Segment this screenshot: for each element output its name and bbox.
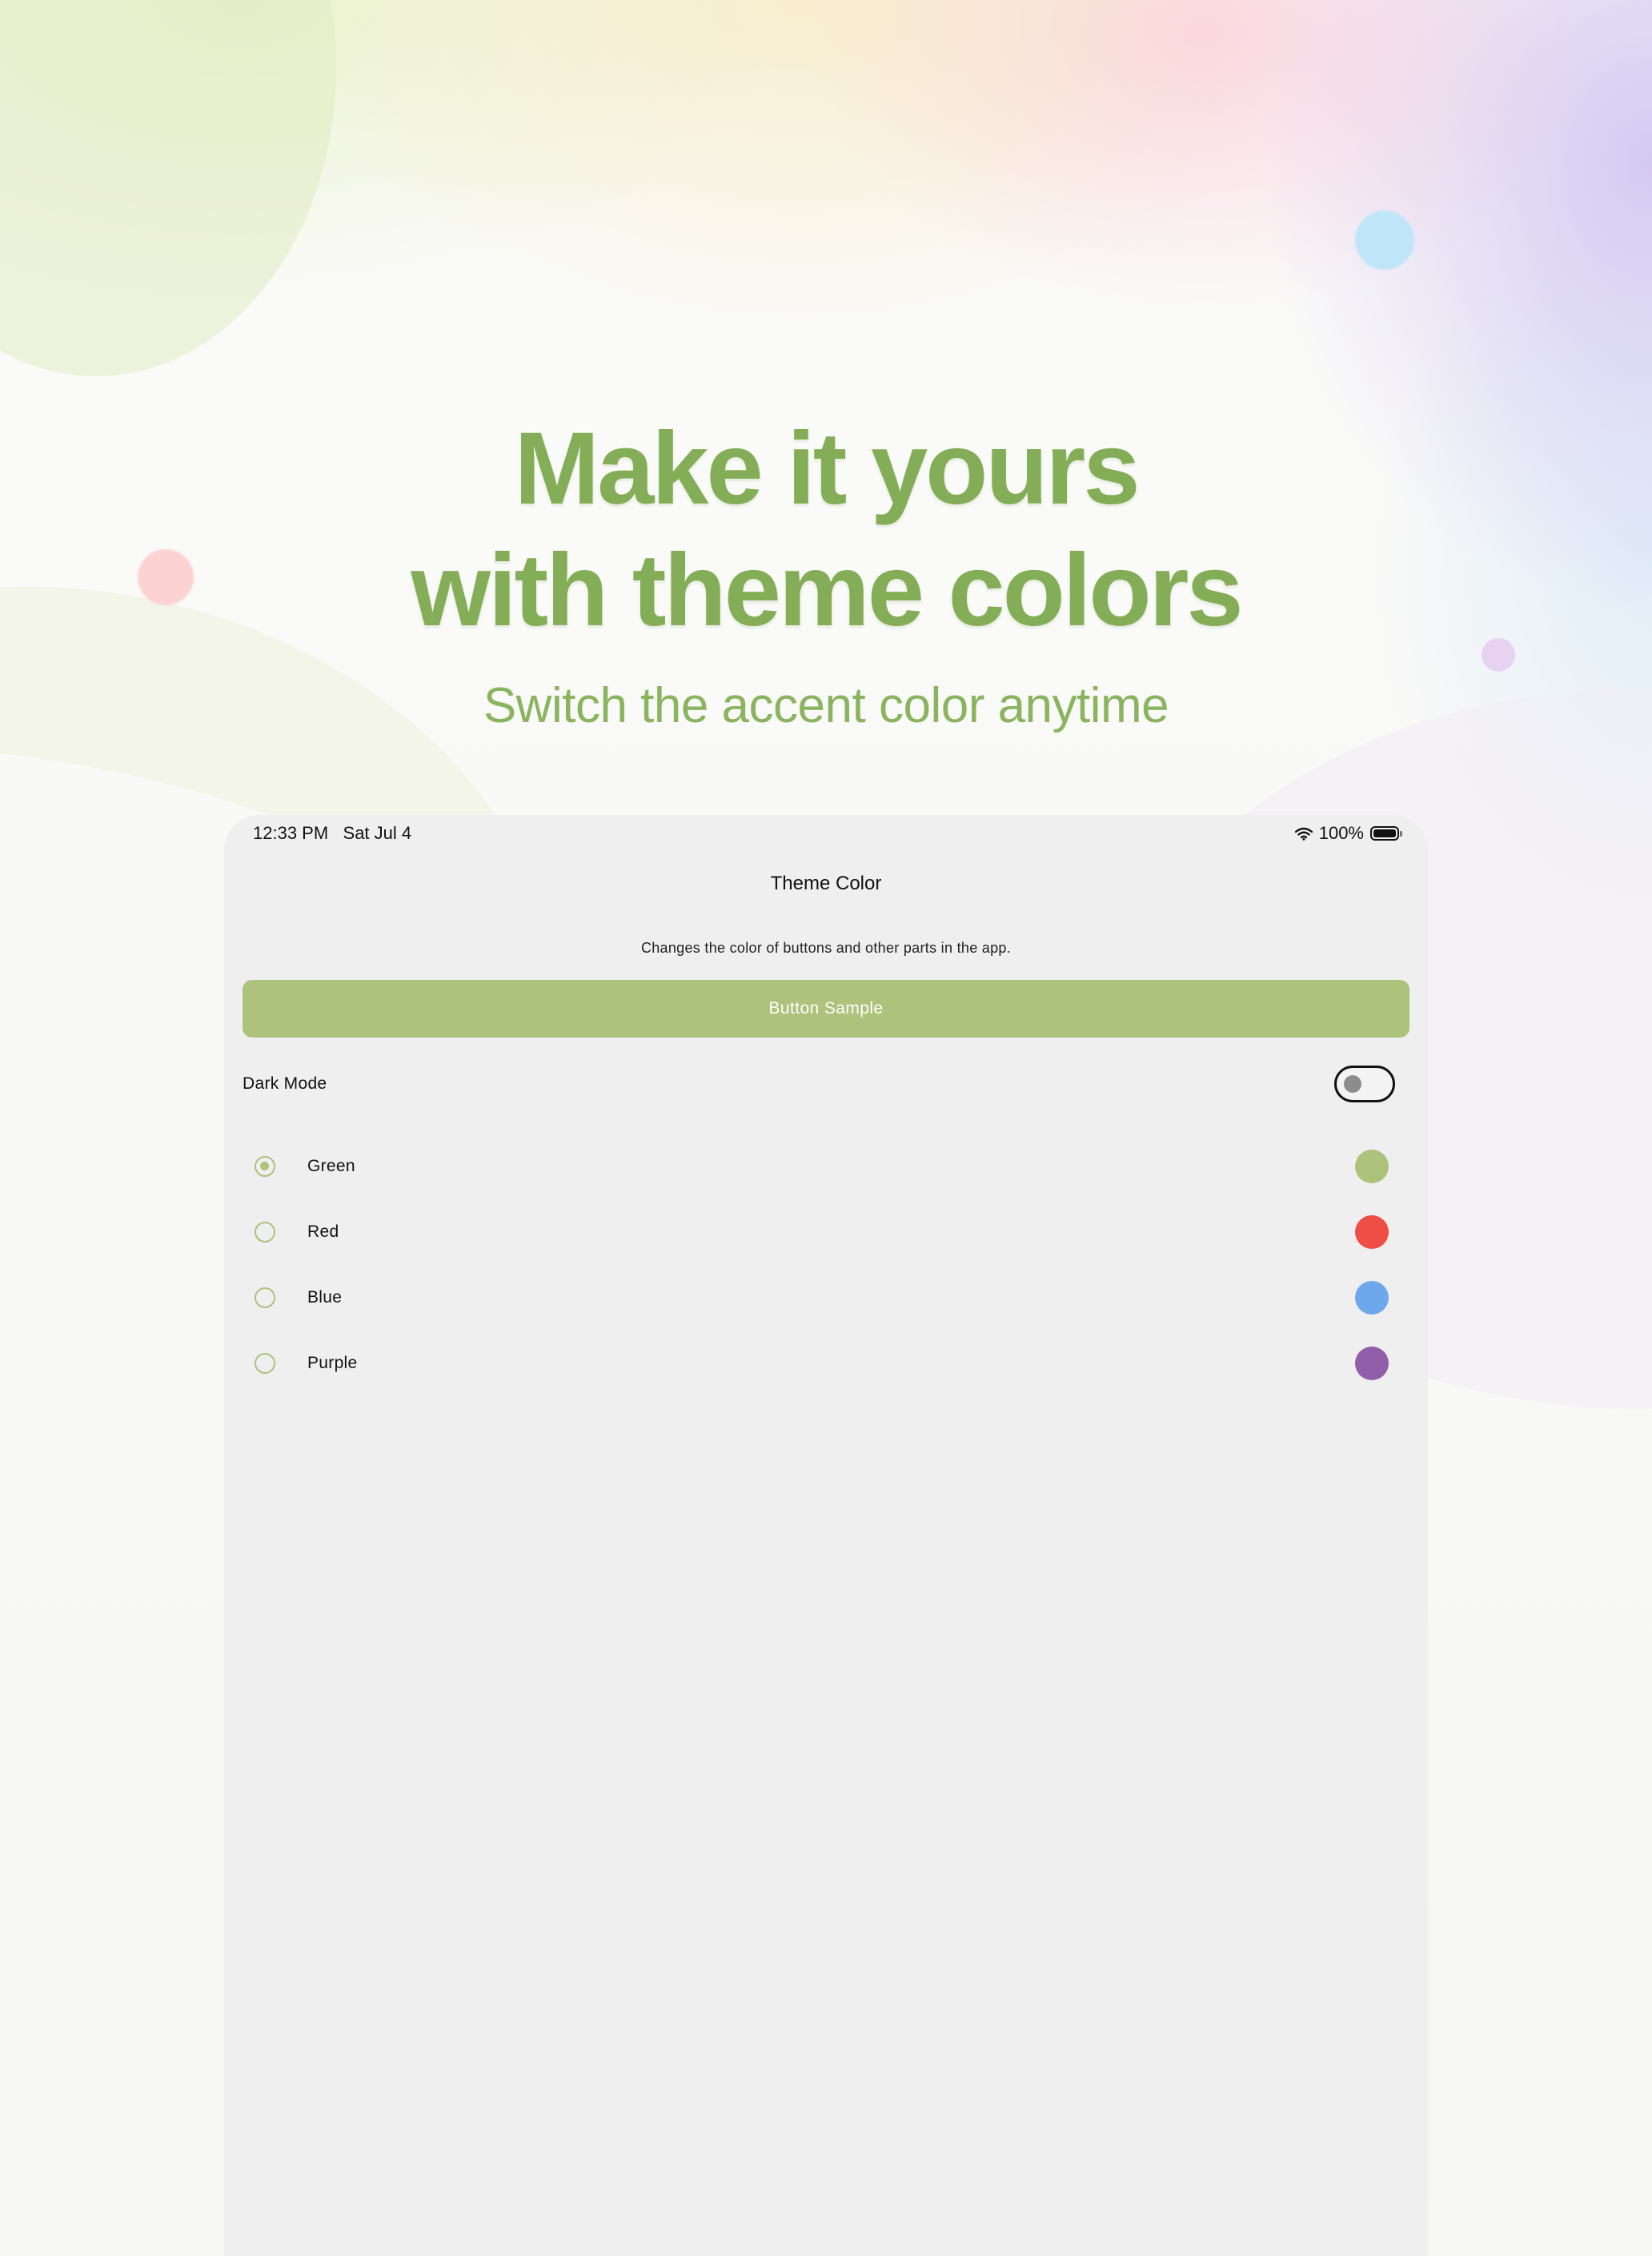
decorative-blob xyxy=(0,0,336,376)
dark-mode-toggle[interactable] xyxy=(1334,1066,1395,1102)
color-swatch xyxy=(1355,1281,1389,1315)
color-option-purple[interactable]: Purple xyxy=(224,1331,1428,1396)
dark-mode-label: Dark Mode xyxy=(243,1074,327,1093)
toggle-knob xyxy=(1344,1075,1361,1093)
color-label: Purple xyxy=(307,1354,358,1372)
color-option-blue[interactable]: Blue xyxy=(224,1265,1428,1331)
color-label: Red xyxy=(307,1222,339,1241)
page-title: Theme Color xyxy=(770,873,882,894)
radio-button[interactable] xyxy=(255,1222,275,1242)
headline-line-2: with theme colors xyxy=(411,533,1243,648)
subheadline: Switch the accent color anytime xyxy=(483,678,1169,733)
status-clock: 12:33 PM xyxy=(253,823,329,843)
decorative-dot xyxy=(1355,211,1414,270)
status-date: Sat Jul 4 xyxy=(343,823,412,843)
status-indicators: 100% xyxy=(1294,823,1402,844)
hero: Make it yours with theme colors Switch t… xyxy=(0,408,1652,735)
status-bar: 12:33 PM Sat Jul 4 100% xyxy=(224,815,1428,852)
radio-button[interactable] xyxy=(255,1156,275,1177)
device-screen: 12:33 PM Sat Jul 4 100% Theme Color Chan… xyxy=(224,815,1428,2256)
button-sample[interactable]: Button Sample xyxy=(243,980,1409,1038)
headline-line-1: Make it yours xyxy=(514,411,1140,526)
color-swatch xyxy=(1355,1215,1389,1249)
color-option-green[interactable]: Green xyxy=(224,1134,1428,1199)
color-label: Green xyxy=(307,1157,355,1175)
dark-mode-row: Dark Mode xyxy=(243,1065,1409,1103)
theme-color-list: Green Red Blue Purple xyxy=(224,1134,1428,1396)
color-label: Blue xyxy=(307,1288,343,1307)
color-swatch xyxy=(1355,1150,1389,1183)
radio-button[interactable] xyxy=(255,1353,275,1374)
battery-full-icon xyxy=(1370,826,1402,841)
headline: Make it yours with theme colors xyxy=(0,408,1652,652)
status-time: 12:33 PM Sat Jul 4 xyxy=(253,823,411,844)
description-text: Changes the color of buttons and other p… xyxy=(640,940,1012,956)
radio-selected-dot xyxy=(260,1162,269,1170)
battery-percent: 100% xyxy=(1318,823,1364,843)
radio-button[interactable] xyxy=(255,1287,275,1308)
wifi-icon xyxy=(1294,827,1313,841)
color-swatch xyxy=(1355,1347,1389,1380)
color-option-red[interactable]: Red xyxy=(224,1199,1428,1265)
